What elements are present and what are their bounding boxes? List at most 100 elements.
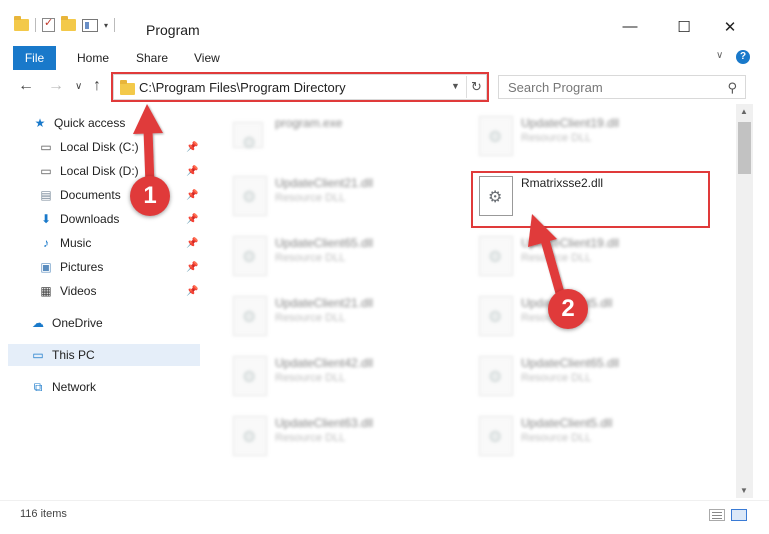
tab-file[interactable]: File bbox=[13, 46, 56, 70]
chevron-down-icon[interactable]: ▾ bbox=[104, 21, 108, 30]
file-type: Resource DLL bbox=[521, 132, 592, 144]
pin-icon[interactable]: 📌 bbox=[186, 262, 198, 273]
vertical-scrollbar[interactable]: ▲ ▼ bbox=[736, 104, 753, 498]
dll-file-icon bbox=[479, 356, 513, 396]
sidebar-item-network[interactable]: ⧉ Network bbox=[30, 376, 190, 398]
details-view-icon[interactable] bbox=[709, 509, 725, 521]
file-name: UpdateClient21.dll bbox=[275, 296, 374, 310]
ribbon-tabs: File Home Share View ∨ ? bbox=[0, 44, 769, 70]
list-item[interactable]: UpdateClient63.dll Resource DLL bbox=[231, 412, 461, 462]
navigation-bar: ← → ∨ ↑ C:\Program Files\Program Directo… bbox=[0, 70, 769, 104]
close-button[interactable]: ✕ bbox=[720, 18, 740, 36]
dll-file-icon bbox=[479, 116, 513, 156]
sidebar-item-label: Pictures bbox=[60, 260, 104, 274]
scroll-thumb[interactable] bbox=[738, 122, 751, 174]
folder-icon[interactable] bbox=[14, 16, 29, 31]
file-type: Resource DLL bbox=[521, 252, 592, 264]
help-icon[interactable]: ? bbox=[736, 50, 750, 64]
sidebar-item-local-disk-d[interactable]: ▭ Local Disk (D:) bbox=[38, 160, 188, 182]
pin-icon[interactable]: 📌 bbox=[186, 190, 198, 201]
sidebar-item-label: Quick access bbox=[54, 116, 126, 130]
dll-file-icon bbox=[233, 236, 267, 276]
file-list: program.exe UpdateClient21.dll Resource … bbox=[201, 104, 736, 498]
sidebar-item-label: Documents bbox=[60, 188, 121, 202]
list-item[interactable]: UpdateClient5.dll Resource DLL bbox=[477, 412, 707, 462]
up-button[interactable]: ↑ bbox=[93, 77, 101, 95]
sidebar-item-downloads[interactable]: ⬇ Downloads bbox=[38, 208, 188, 230]
file-name: program.exe bbox=[275, 116, 343, 130]
pin-icon[interactable]: 📌 bbox=[186, 238, 198, 249]
list-item[interactable]: UpdateClient21.dll Resource DLL bbox=[231, 292, 461, 342]
file-name: UpdateClient63.dll bbox=[275, 416, 374, 430]
minimize-button[interactable]: — bbox=[620, 18, 640, 35]
file-type: Resource DLL bbox=[275, 252, 346, 264]
dll-file-icon bbox=[479, 416, 513, 456]
file-type: Resource DLL bbox=[275, 372, 346, 384]
step-2-badge: 2 bbox=[548, 289, 588, 329]
sidebar-item-music[interactable]: ♪ Music bbox=[38, 232, 188, 254]
pin-icon[interactable]: 📌 bbox=[186, 214, 198, 225]
search-input[interactable]: Search Program ⚲ bbox=[498, 75, 746, 99]
sidebar-item-local-disk-c[interactable]: ▭ Local Disk (C:) bbox=[38, 136, 188, 158]
expand-ribbon-icon[interactable]: ∨ bbox=[716, 50, 723, 61]
exe-file-icon bbox=[233, 122, 263, 153]
tab-view[interactable]: View bbox=[194, 46, 220, 70]
back-button[interactable]: ← bbox=[18, 77, 34, 95]
separator bbox=[114, 18, 116, 32]
list-item[interactable]: UpdateClient42.dll Resource DLL bbox=[231, 352, 461, 402]
sidebar-item-pictures[interactable]: ▣ Pictures bbox=[38, 256, 188, 278]
customize-icon[interactable] bbox=[82, 18, 98, 32]
list-item[interactable]: UpdateClient19.dll Resource DLL bbox=[477, 112, 707, 162]
file-name: UpdateClient19.dll bbox=[521, 236, 620, 250]
sidebar-item-this-pc[interactable]: ▭ This PC bbox=[8, 344, 200, 366]
sidebar-item-label: Local Disk (D:) bbox=[60, 164, 139, 178]
sidebar-item-onedrive[interactable]: ☁ OneDrive bbox=[30, 312, 190, 334]
scroll-down-icon[interactable]: ▼ bbox=[740, 486, 748, 495]
file-name: UpdateClient42.dll bbox=[275, 356, 374, 370]
sidebar-item-label: Network bbox=[52, 380, 97, 394]
file-name: UpdateClient21.dll bbox=[275, 176, 374, 190]
scroll-up-icon[interactable]: ▲ bbox=[740, 107, 748, 116]
recent-locations-button[interactable]: ∨ bbox=[75, 81, 82, 92]
cloud-icon: ☁ bbox=[32, 316, 44, 330]
step-1-badge: 1 bbox=[130, 176, 170, 216]
list-item[interactable]: UpdateClient19.dll Resource DLL bbox=[477, 232, 707, 282]
file-name: UpdateClient65.dll bbox=[275, 236, 374, 250]
file-name: UpdateClient19.dll bbox=[521, 116, 620, 130]
music-icon: ♪ bbox=[43, 236, 49, 250]
forward-button[interactable]: → bbox=[48, 77, 64, 95]
maximize-button[interactable]: ☐ bbox=[674, 18, 694, 36]
dll-file-icon bbox=[479, 236, 513, 276]
item-count: 116 items bbox=[20, 508, 67, 520]
videos-icon: ▦ bbox=[40, 284, 52, 298]
pin-icon[interactable]: 📌 bbox=[186, 166, 198, 177]
computer-icon: ▭ bbox=[32, 348, 44, 362]
new-folder-icon[interactable] bbox=[61, 16, 76, 31]
dll-file-icon bbox=[233, 176, 267, 216]
window-title: Program bbox=[146, 22, 200, 38]
download-icon: ⬇ bbox=[40, 212, 52, 226]
pictures-icon: ▣ bbox=[40, 260, 52, 274]
star-icon: ★ bbox=[34, 116, 46, 130]
sidebar-item-label: Local Disk (C:) bbox=[60, 140, 139, 154]
dll-file-icon bbox=[233, 356, 267, 396]
tab-home[interactable]: Home bbox=[77, 46, 109, 70]
network-icon: ⧉ bbox=[33, 380, 43, 394]
list-item[interactable]: UpdateClient65.dll Resource DLL bbox=[477, 352, 707, 402]
search-icon[interactable]: ⚲ bbox=[727, 80, 737, 96]
dll-file-icon bbox=[479, 296, 513, 336]
sidebar-item-videos[interactable]: ▦ Videos bbox=[38, 280, 188, 302]
file-type: Resource DLL bbox=[275, 312, 346, 324]
list-item[interactable]: UpdateClient5.dll Resource DLL bbox=[477, 292, 707, 342]
file-type: Resource DLL bbox=[275, 192, 346, 204]
tab-share[interactable]: Share bbox=[136, 46, 168, 70]
pin-icon[interactable]: 📌 bbox=[186, 286, 198, 297]
sidebar-item-quick-access[interactable]: ★ Quick access bbox=[32, 112, 192, 134]
list-item[interactable]: UpdateClient65.dll Resource DLL bbox=[231, 232, 461, 282]
list-item[interactable]: program.exe bbox=[231, 112, 461, 162]
pin-icon[interactable]: 📌 bbox=[186, 142, 198, 153]
file-type: Resource DLL bbox=[521, 372, 592, 384]
properties-check-icon[interactable] bbox=[42, 16, 55, 32]
large-icons-view-icon[interactable] bbox=[731, 509, 747, 521]
list-item[interactable]: UpdateClient21.dll Resource DLL bbox=[231, 172, 461, 222]
